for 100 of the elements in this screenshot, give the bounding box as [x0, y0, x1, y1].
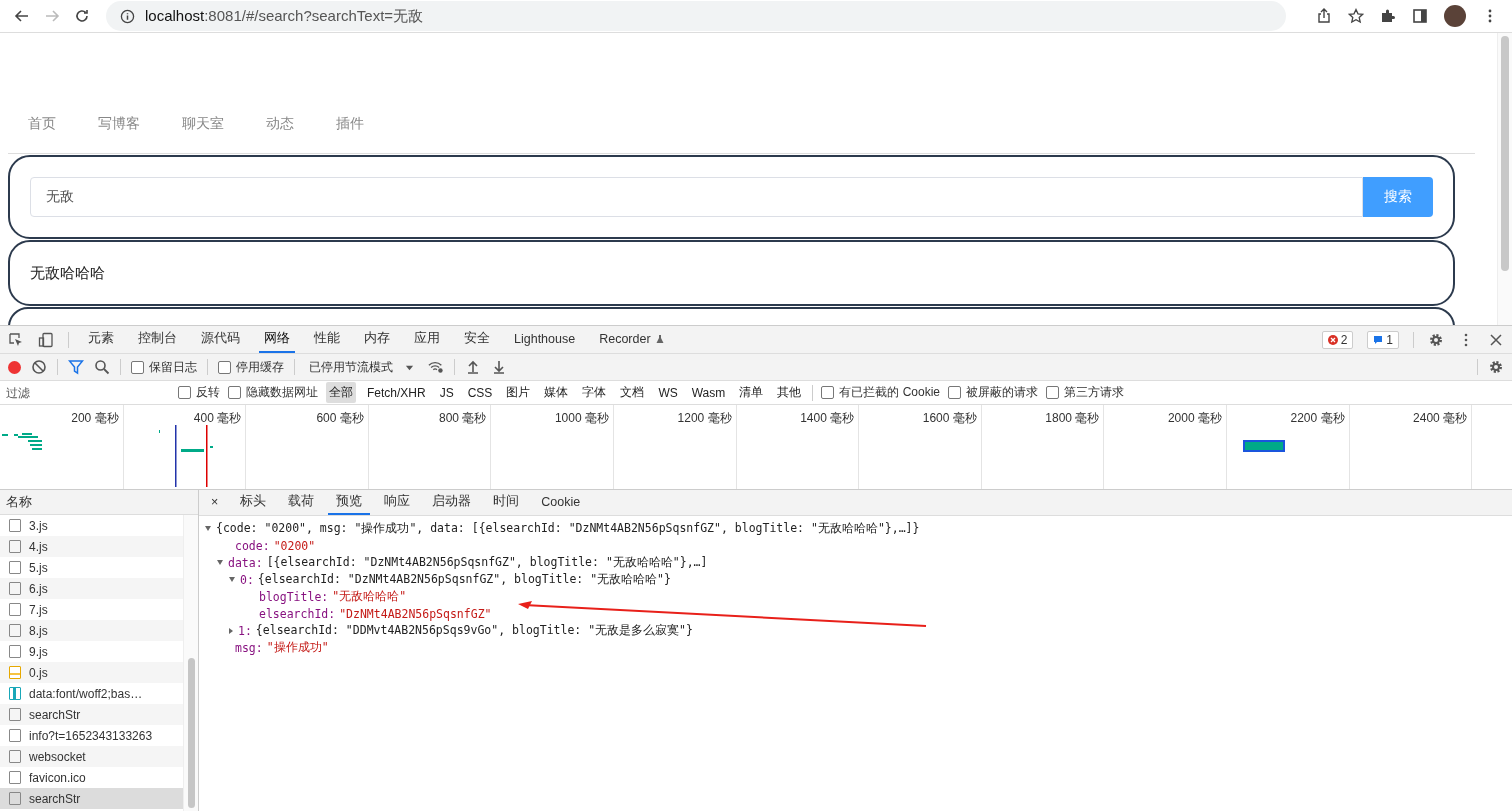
checkbox-label[interactable]: 反转 — [178, 384, 220, 401]
panel-tab[interactable]: Recorder — [594, 326, 670, 353]
message-count[interactable]: 1 — [1367, 330, 1399, 349]
upload-icon[interactable] — [465, 359, 481, 375]
type-filter[interactable]: 其他 — [774, 382, 805, 403]
request-row[interactable]: 6.js — [0, 578, 183, 599]
record-button[interactable] — [8, 360, 21, 374]
download-icon[interactable] — [491, 359, 507, 375]
detail-tab[interactable]: 时间 — [485, 490, 528, 515]
type-filter[interactable]: 清单 — [736, 382, 767, 403]
checkbox[interactable] — [131, 360, 144, 374]
info-icon[interactable] — [120, 8, 135, 24]
panel-tab[interactable]: 源代码 — [196, 326, 245, 353]
nav-link[interactable]: 动态 — [266, 115, 294, 133]
nav-link[interactable]: 写博客 — [98, 115, 140, 133]
checkbox-label[interactable]: 停用缓存 — [218, 358, 284, 376]
checkbox[interactable] — [228, 386, 241, 399]
type-filter[interactable]: CSS — [464, 383, 496, 402]
reload-icon[interactable] — [74, 8, 90, 24]
search-icon[interactable] — [94, 359, 110, 375]
clear-icon[interactable] — [31, 359, 47, 375]
type-filter[interactable]: 图片 — [503, 382, 534, 403]
avatar-icon[interactable] — [1444, 5, 1466, 27]
back-icon[interactable] — [14, 8, 30, 24]
filter-icon[interactable] — [68, 359, 84, 375]
toggle-icon[interactable] — [229, 627, 233, 634]
checkbox[interactable] — [1046, 386, 1059, 399]
toggle-icon[interactable] — [217, 560, 223, 565]
checkbox-label[interactable]: 保留日志 — [131, 358, 197, 376]
checkbox[interactable] — [178, 386, 191, 399]
request-row[interactable]: 3.js — [0, 515, 183, 536]
type-filter[interactable]: Wasm — [688, 383, 729, 402]
property-key: 0: — [240, 572, 254, 587]
star-icon[interactable] — [1348, 8, 1364, 24]
result-card[interactable]: 无敌哈哈哈 — [8, 240, 1455, 306]
request-row[interactable]: searchStr — [0, 704, 183, 725]
detail-tab[interactable]: 启动器 — [424, 490, 480, 515]
address-bar[interactable]: localhost:8081/#/search?searchText=无敌 — [106, 1, 1286, 31]
detail-tab[interactable]: 预览 — [328, 490, 371, 515]
column-header[interactable]: 名称 — [0, 490, 198, 515]
panel-tab[interactable]: 安全 — [459, 326, 495, 353]
type-filter[interactable]: 全部 — [326, 382, 356, 403]
puzzle-icon[interactable] — [1380, 8, 1396, 24]
request-row[interactable]: websocket — [0, 746, 183, 767]
device-icon[interactable] — [38, 331, 54, 348]
request-name: searchStr — [29, 707, 81, 722]
nav-link[interactable]: 首页 — [28, 115, 56, 133]
settings-icon[interactable] — [1488, 359, 1504, 375]
request-row[interactable]: 0.js — [0, 662, 183, 683]
checkbox[interactable] — [218, 360, 231, 374]
type-filter[interactable]: JS — [436, 383, 457, 402]
detail-tab[interactable]: 载荷 — [280, 490, 323, 515]
toggle-icon[interactable] — [229, 577, 235, 582]
sidebar-icon[interactable] — [1412, 8, 1428, 24]
search-field[interactable]: 无敌 — [30, 177, 1363, 217]
panel-tab[interactable]: 控制台 — [133, 326, 182, 353]
nav-link[interactable]: 插件 — [336, 115, 364, 133]
checkbox-label[interactable]: 第三方请求 — [1046, 384, 1124, 401]
error-count[interactable]: 2 — [1321, 330, 1354, 349]
panel-tab[interactable]: 元素 — [83, 326, 119, 353]
request-row[interactable]: 5.js — [0, 557, 183, 578]
request-row[interactable]: 8.js — [0, 620, 183, 641]
panel-tab[interactable]: 应用 — [409, 326, 445, 353]
type-filter[interactable]: Fetch/XHR — [364, 383, 429, 402]
type-filter[interactable]: 字体 — [579, 382, 610, 403]
panel-tab[interactable]: Lighthouse — [509, 326, 581, 353]
checkbox[interactable] — [948, 386, 961, 399]
panel-tab[interactable]: 内存 — [359, 326, 395, 353]
inspect-icon[interactable] — [8, 331, 24, 348]
settings-icon[interactable] — [1428, 331, 1444, 348]
request-row[interactable]: favicon.ico — [0, 767, 183, 788]
type-filter[interactable]: WS — [655, 383, 681, 402]
request-row[interactable]: info?t=1652343133263 — [0, 725, 183, 746]
request-name: 6.js — [29, 581, 48, 596]
type-filter[interactable]: 媒体 — [541, 382, 572, 403]
checkbox-label[interactable]: 被屏蔽的请求 — [948, 384, 1038, 401]
request-row[interactable]: searchStr — [0, 788, 183, 809]
time-tick: 1400 毫秒 — [800, 411, 855, 425]
share-icon[interactable] — [1316, 8, 1332, 24]
request-row[interactable]: 4.js — [0, 536, 183, 557]
throttle-dropdown[interactable]: 已停用节流模式 — [305, 358, 418, 376]
scrollbar[interactable] — [1497, 33, 1512, 325]
nav-link[interactable]: 聊天室 — [182, 115, 224, 133]
checkbox-label[interactable]: 隐藏数据网址 — [228, 384, 318, 401]
scrollbar[interactable] — [183, 515, 198, 811]
url-text: localhost:8081/#/search?searchText=无敌 — [145, 6, 424, 26]
close-icon[interactable] — [1488, 331, 1504, 348]
type-filter[interactable]: 文档 — [617, 382, 648, 403]
wifi-gear-icon[interactable] — [428, 359, 444, 375]
detail-tab[interactable]: Cookie — [533, 490, 589, 515]
request-row[interactable]: data:font/woff2;bas… — [0, 683, 183, 704]
close-button[interactable]: × — [203, 490, 227, 515]
request-row[interactable]: 7.js — [0, 599, 183, 620]
toggle-icon[interactable] — [205, 526, 211, 531]
detail-tab[interactable]: 响应 — [376, 490, 419, 515]
checkbox-label[interactable]: 有已拦截的 Cookie — [821, 384, 940, 401]
checkbox[interactable] — [821, 386, 835, 399]
request-row[interactable]: 9.js — [0, 641, 183, 662]
detail-tab[interactable]: 标头 — [232, 490, 275, 515]
panel-tab[interactable]: 性能 — [309, 326, 345, 353]
